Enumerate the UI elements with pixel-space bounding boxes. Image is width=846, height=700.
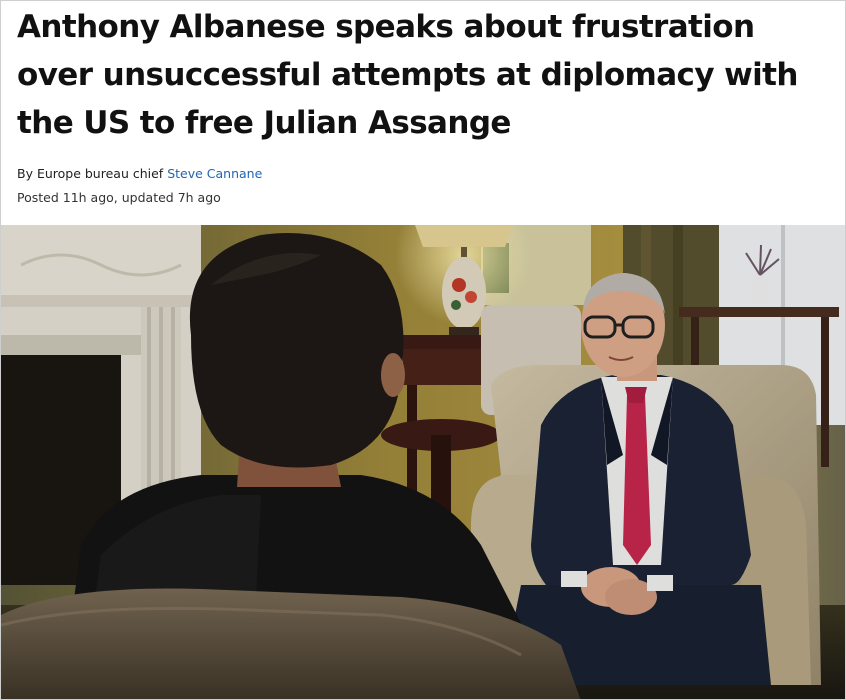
byline-prefix: By Europe bureau chief xyxy=(17,166,168,181)
article-hero-image xyxy=(1,225,845,699)
byline: By Europe bureau chief Steve Cannane xyxy=(17,165,262,183)
posted-timestamp: Posted 11h ago, updated 7h ago xyxy=(17,190,221,205)
author-link[interactable]: Steve Cannane xyxy=(167,166,262,181)
interview-photo xyxy=(1,225,845,699)
article-card: Anthony Albanese speaks about frustratio… xyxy=(0,0,846,700)
article-headline: Anthony Albanese speaks about frustratio… xyxy=(17,9,798,141)
